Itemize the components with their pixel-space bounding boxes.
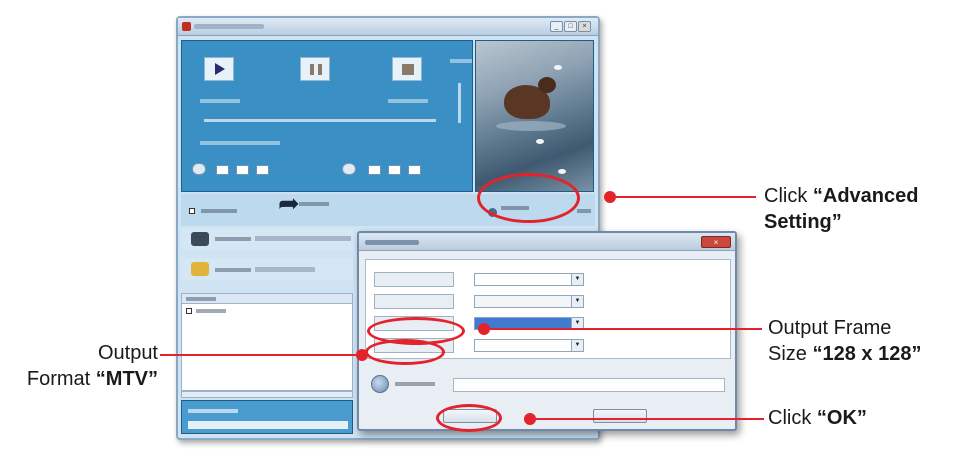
volume-label xyxy=(450,59,472,63)
video-list xyxy=(181,293,353,391)
video-list-header xyxy=(182,294,352,304)
advanced-setting-highlight xyxy=(477,173,580,223)
annotation-emphasis: “Advanced xyxy=(812,185,919,207)
app-icon xyxy=(182,22,191,31)
list-item[interactable] xyxy=(196,309,226,313)
end-second-field[interactable] xyxy=(408,165,421,175)
close-icon: × xyxy=(582,23,587,30)
stop-button[interactable] xyxy=(392,57,422,81)
conversion-status-label xyxy=(188,409,238,413)
cancel-button[interactable] xyxy=(593,409,647,423)
annotation-text: Size xyxy=(768,343,813,365)
format-highlight xyxy=(365,339,445,365)
annotation-emphasis: Setting” xyxy=(764,211,842,233)
set-start-button[interactable] xyxy=(192,163,206,175)
pause-button[interactable] xyxy=(300,57,330,81)
bear-head-image xyxy=(538,77,556,93)
list-scrollbar[interactable] xyxy=(181,391,353,398)
chevron-down-icon: ▼ xyxy=(571,296,583,307)
set-end-button[interactable] xyxy=(342,163,356,175)
help-label xyxy=(577,209,591,213)
end-hour-field[interactable] xyxy=(368,165,381,175)
source-video-row xyxy=(181,228,353,250)
bird-image xyxy=(536,139,544,144)
checkbox-icon[interactable] xyxy=(186,308,192,314)
conversion-status-field xyxy=(188,421,348,429)
mtv-player-checkbox[interactable] xyxy=(189,208,195,214)
annotation-emphasis: “OK” xyxy=(816,407,867,429)
mtv-player-label xyxy=(201,209,237,213)
output-video-label xyxy=(215,268,251,272)
app-title xyxy=(194,24,264,29)
film-icon[interactable] xyxy=(191,232,209,246)
video-preview xyxy=(475,40,594,192)
folder-icon[interactable] xyxy=(191,262,209,276)
seek-slider[interactable] xyxy=(204,119,436,122)
source-video-path xyxy=(255,236,351,241)
frame-size-pointer-line xyxy=(484,328,762,330)
output-path-label xyxy=(395,382,435,386)
output-format-select[interactable]: ▼ xyxy=(474,339,584,352)
close-icon: × xyxy=(713,238,719,247)
start-second-field[interactable] xyxy=(256,165,269,175)
format-annotation: Output Format “MTV” xyxy=(26,340,158,392)
ok-pointer-line xyxy=(530,418,764,420)
conversion-status-panel xyxy=(181,400,353,434)
volume-slider[interactable] xyxy=(458,83,461,123)
frame-size-annotation: Output Frame Size “128 x 128” xyxy=(768,315,921,367)
end-minute-field[interactable] xyxy=(388,165,401,175)
close-button[interactable]: × xyxy=(578,21,591,32)
start-conversion-label xyxy=(299,202,329,206)
output-video-path xyxy=(255,267,315,272)
video-quality-label xyxy=(374,272,454,287)
ok-annotation: Click “OK” xyxy=(768,405,867,431)
start-minute-field[interactable] xyxy=(236,165,249,175)
video-quality-select[interactable]: ▼ xyxy=(474,273,584,286)
source-video-label xyxy=(215,237,251,241)
annotation-text: Click xyxy=(768,407,817,429)
start-time-label xyxy=(200,99,240,103)
pause-icon xyxy=(310,64,322,75)
advanced-setting-annotation: Click “Advanced Setting” xyxy=(764,183,918,235)
dialog-title xyxy=(365,240,419,245)
annotation-text: Output Frame xyxy=(768,317,892,339)
stop-icon xyxy=(402,64,414,75)
annotation-emphasis: “128 x 128” xyxy=(812,343,922,365)
maximize-button[interactable]: □ xyxy=(564,21,577,32)
annotation-text: Format xyxy=(26,368,96,390)
play-icon xyxy=(215,63,225,75)
bird-image xyxy=(554,65,562,70)
dialog-titlebar: × xyxy=(359,233,735,251)
chevron-down-icon: ▼ xyxy=(571,274,583,285)
ok-button-highlight xyxy=(436,404,502,432)
play-button[interactable] xyxy=(204,57,234,81)
start-hour-field[interactable] xyxy=(216,165,229,175)
output-path-row xyxy=(365,369,731,397)
browse-icon[interactable] xyxy=(371,375,389,393)
output-video-row xyxy=(181,258,353,280)
dialog-close-button[interactable]: × xyxy=(701,236,731,248)
minimize-button[interactable]: _ xyxy=(550,21,563,32)
time-selection-label xyxy=(200,141,280,145)
end-time-label xyxy=(388,99,428,103)
annotation-text: Output xyxy=(97,342,158,364)
audio-quality-select[interactable]: ▼ xyxy=(474,295,584,308)
app-titlebar: _ □ × xyxy=(178,18,598,36)
format-pointer-line xyxy=(160,354,362,356)
video-name-column xyxy=(186,297,216,301)
output-path-field[interactable] xyxy=(453,378,725,392)
bird-image xyxy=(558,169,566,174)
audio-quality-label xyxy=(374,294,454,309)
water-image xyxy=(496,121,566,131)
trim-panel xyxy=(181,40,473,192)
arrow-right-icon[interactable]: ➦ xyxy=(278,190,300,216)
advanced-pointer-line xyxy=(610,196,756,198)
chevron-down-icon: ▼ xyxy=(571,340,583,351)
annotation-emphasis: “MTV” xyxy=(95,368,158,390)
annotation-text: Click xyxy=(764,185,813,207)
